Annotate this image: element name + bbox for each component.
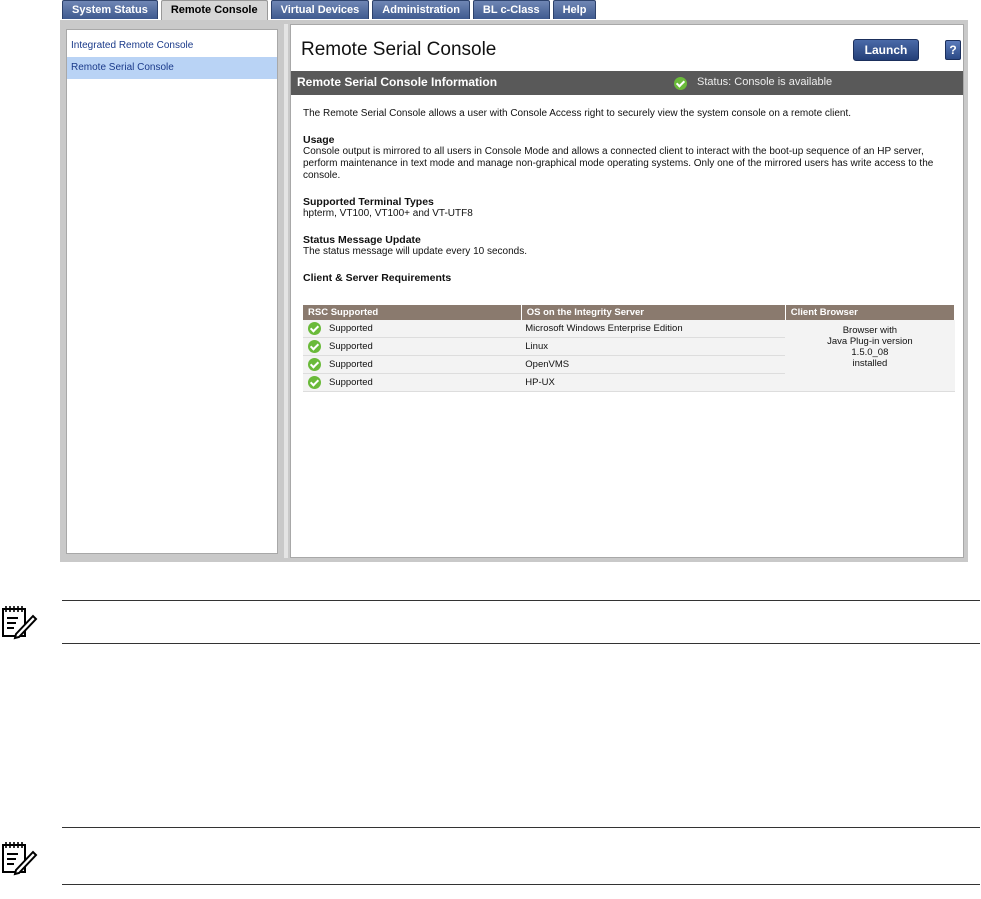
status-update-heading: Status Message Update [303, 234, 421, 246]
intro-text: The Remote Serial Console allows a user … [303, 108, 852, 119]
launch-button[interactable]: Launch [853, 39, 919, 61]
note-bottom-rule [62, 884, 980, 885]
note-top-rule [62, 600, 980, 601]
column-header-os: OS on the Integrity Server [521, 305, 786, 320]
panel-divider[interactable] [284, 24, 288, 558]
tab-remote-console[interactable]: Remote Console [160, 0, 268, 21]
note-pad-icon [2, 606, 38, 640]
tab-virtual-devices[interactable]: Virtual Devices [270, 0, 370, 19]
info-bar-title: Remote Serial Console Information [297, 75, 498, 89]
rsc-cell: Supported [325, 337, 522, 356]
status-text: Status: Console is available [697, 76, 833, 88]
browser-line: Java Plug-in version [827, 336, 913, 347]
requirements-heading: Client & Server Requirements [303, 272, 452, 284]
browser-line: Browser with [842, 325, 898, 336]
tab-help[interactable]: Help [552, 0, 597, 19]
column-header-rsc: RSC Supported [303, 305, 522, 320]
tab-bar: System Status Remote Console Virtual Dev… [62, 0, 599, 21]
help-button[interactable]: ? [945, 40, 961, 60]
tab-bl-c-class[interactable]: BL c-Class [472, 0, 550, 19]
check-circle-icon [303, 373, 325, 392]
check-circle-icon [674, 75, 687, 93]
note-pad-icon [2, 842, 38, 876]
table-row: Supported Microsoft Windows Enterprise E… [303, 320, 955, 392]
rsc-cell: Supported [325, 355, 522, 374]
browser-line: installed [852, 358, 888, 369]
requirements-table: RSC Supported OS on the Integrity Server… [303, 305, 956, 392]
os-cell: Microsoft Windows Enterprise Edition [521, 320, 786, 338]
status-update-text: The status message will update every 10 … [303, 246, 528, 257]
sidebar-item-integrated-remote-console[interactable]: Integrated Remote Console [67, 35, 277, 57]
rsc-cell: Supported [325, 320, 522, 338]
column-header-browser: Client Browser [785, 305, 956, 320]
terminal-types-heading: Supported Terminal Types [303, 196, 434, 208]
terminal-types-text: hpterm, VT100, VT100+ and VT-UTF8 [303, 208, 473, 219]
check-circle-icon [303, 337, 325, 356]
sidebar-item-remote-serial-console[interactable]: Remote Serial Console [67, 57, 277, 79]
note-top-rule [62, 827, 980, 828]
info-bar: Remote Serial Console Information Status… [291, 71, 963, 95]
tab-administration[interactable]: Administration [372, 0, 470, 19]
usage-text: Console output is mirrored to all users … [303, 146, 934, 181]
description-content: The Remote Serial Console allows a user … [303, 108, 958, 284]
console-frame: Integrated Remote Console Remote Serial … [60, 20, 968, 562]
os-cell: OpenVMS [521, 355, 786, 374]
page-title: Remote Serial Console [301, 39, 497, 60]
browser-line: 1.5.0_08 [851, 347, 889, 358]
tab-system-status[interactable]: System Status [62, 0, 158, 19]
os-cell: Linux [521, 337, 786, 356]
check-circle-icon [303, 355, 325, 374]
usage-heading: Usage [303, 134, 335, 146]
os-cell: HP-UX [521, 373, 786, 392]
browser-cell: Browser with Java Plug-in version 1.5.0_… [785, 320, 955, 392]
check-circle-icon [303, 320, 325, 338]
note-bottom-rule [62, 643, 980, 644]
rsc-cell: Supported [325, 373, 522, 392]
main-panel: Remote Serial Console Launch ? Remote Se… [290, 24, 964, 558]
sidebar: Integrated Remote Console Remote Serial … [66, 29, 278, 554]
